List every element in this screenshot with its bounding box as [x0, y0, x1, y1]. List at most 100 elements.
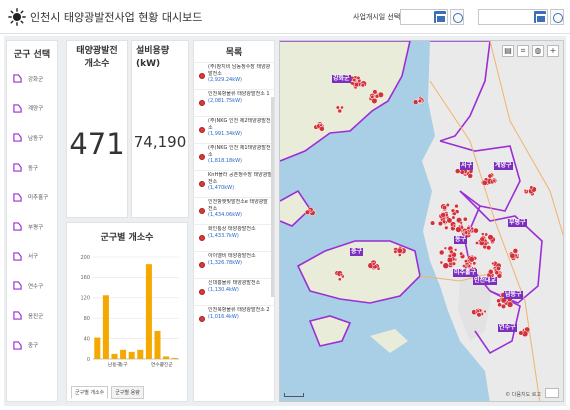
plant-marker[interactable]	[484, 232, 489, 237]
tab-count-by-district[interactable]: 군구별 개소수	[71, 386, 109, 399]
plant-list-item[interactable]: (주)NKG 인천 제1태양광발전소 (1,818.18kW)	[194, 143, 274, 170]
plant-list-item[interactable]: 인천북항물류 태양광발전소 1 (2,081.75kW)	[194, 89, 274, 116]
plant-marker[interactable]	[371, 97, 378, 104]
plant-marker[interactable]	[473, 227, 479, 234]
plant-marker[interactable]	[356, 75, 361, 81]
plant-marker[interactable]	[509, 252, 516, 259]
plant-marker[interactable]	[396, 247, 403, 254]
plant-list-item[interactable]: 신대흥물류 태양광발전소 (1,130.4kW)	[194, 278, 274, 305]
plant-marker[interactable]	[451, 261, 457, 266]
plant-marker[interactable]	[337, 108, 342, 114]
plant-marker[interactable]	[337, 277, 342, 282]
plant-marker[interactable]	[467, 173, 473, 179]
plant-marker[interactable]	[454, 248, 458, 252]
plant-marker[interactable]	[491, 261, 495, 266]
plant-marker[interactable]	[462, 264, 466, 268]
plant-marker[interactable]	[339, 272, 344, 277]
plant-marker[interactable]	[430, 220, 436, 226]
plant-marker[interactable]	[494, 270, 500, 276]
plant-marker[interactable]	[360, 83, 365, 88]
calendar-icon[interactable]	[434, 11, 446, 23]
district-item[interactable]: 미추홀구	[7, 182, 57, 212]
plant-marker[interactable]	[371, 261, 376, 266]
plant-marker[interactable]	[481, 232, 485, 236]
plant-marker[interactable]	[463, 259, 468, 264]
start-time-clock-icon[interactable]	[450, 9, 464, 25]
district-item[interactable]: 서구	[7, 242, 57, 272]
plant-marker[interactable]	[397, 253, 402, 257]
ruler-icon[interactable]: ⌗	[517, 45, 529, 57]
plant-marker[interactable]	[523, 189, 527, 193]
plant-marker[interactable]	[340, 105, 344, 110]
plant-marker[interactable]	[437, 221, 443, 227]
plant-list-item[interactable]: (주)NKG 인천 제2태양광발전소 (1,991.34kW)	[194, 116, 274, 143]
plant-marker[interactable]	[487, 234, 494, 241]
plant-marker[interactable]	[444, 225, 449, 230]
plant-marker[interactable]	[468, 256, 475, 263]
plant-marker[interactable]	[353, 82, 360, 88]
plant-marker[interactable]	[464, 230, 469, 235]
plant-marker[interactable]	[447, 253, 453, 259]
plant-marker[interactable]	[475, 241, 479, 245]
plant-marker[interactable]	[442, 205, 448, 211]
plant-marker[interactable]	[476, 312, 482, 318]
plant-marker[interactable]	[443, 246, 448, 250]
plant-marker[interactable]	[476, 309, 480, 313]
plant-marker[interactable]	[462, 216, 468, 222]
plant-marker[interactable]	[529, 185, 534, 190]
start-date-input[interactable]	[400, 9, 448, 25]
plant-marker[interactable]	[467, 264, 472, 268]
plant-marker[interactable]	[417, 98, 423, 104]
plant-list-item[interactable]: 화인통상 태양광발전소 (1,433.7kW)	[194, 224, 274, 251]
plant-marker[interactable]	[459, 169, 465, 175]
plant-marker[interactable]	[459, 251, 464, 256]
plant-marker[interactable]	[459, 221, 463, 225]
plant-marker[interactable]	[319, 126, 325, 132]
zoom-in-icon[interactable]: +	[547, 45, 559, 57]
plant-marker[interactable]	[438, 249, 445, 256]
plant-marker[interactable]	[412, 99, 419, 105]
plant-list-item[interactable]: 인천북항물류 태양광발전소 2 (1,016.4kW)	[194, 305, 274, 332]
district-item[interactable]: 동구	[7, 153, 57, 183]
plant-marker[interactable]	[439, 260, 444, 265]
layers-icon[interactable]: ▤	[502, 45, 514, 57]
plant-marker[interactable]	[479, 236, 485, 242]
plant-marker[interactable]	[496, 298, 501, 304]
plant-marker[interactable]	[446, 217, 453, 224]
plant-marker[interactable]	[518, 330, 524, 336]
plant-marker[interactable]	[455, 226, 462, 233]
plant-list-item[interactable]: KnH플라 공촌정수장 태양광발전소 (1,470kW)	[194, 170, 274, 197]
plant-marker[interactable]	[452, 224, 457, 228]
plant-marker[interactable]	[374, 94, 380, 99]
incheon-map[interactable]: ▤ ⌗ ◍ + 강화군 계양구 부평구 미추홀구 남동구 연수구 인천대교 중구…	[279, 40, 564, 402]
district-item[interactable]: 중구	[7, 330, 57, 360]
plant-marker[interactable]	[352, 77, 357, 82]
plant-marker[interactable]	[506, 301, 514, 308]
district-item[interactable]: 계양구	[7, 94, 57, 124]
plant-marker[interactable]	[372, 89, 378, 95]
district-item[interactable]: 연수구	[7, 271, 57, 301]
district-item[interactable]: 강화군	[7, 64, 57, 94]
plant-marker[interactable]	[440, 212, 446, 218]
plant-marker[interactable]	[442, 262, 450, 269]
plant-marker[interactable]	[304, 209, 311, 215]
plant-marker[interactable]	[497, 302, 502, 308]
end-time-clock-icon[interactable]	[550, 9, 564, 25]
plant-marker[interactable]	[452, 211, 457, 216]
district-item[interactable]: 남동구	[7, 123, 57, 153]
globe-icon[interactable]: ◍	[532, 45, 544, 57]
plant-marker[interactable]	[393, 249, 398, 254]
end-date-input[interactable]	[478, 9, 548, 25]
plant-list-item[interactable]: (주)참지비 남동정수장 태양광발전소 (2,929.24kW)	[194, 62, 274, 89]
plant-list-item[interactable]: 인천항햇빛발전소e 태양광발전소 (1,434.06kW)	[194, 197, 274, 224]
map-reset-button[interactable]	[545, 388, 559, 398]
plant-marker[interactable]	[496, 265, 502, 271]
calendar-icon[interactable]	[534, 11, 546, 23]
plant-marker[interactable]	[470, 226, 475, 231]
list-scrollbar[interactable]	[271, 97, 274, 297]
plant-list-item[interactable]: 아이엘비 태양광발전소 (1,326.78kW)	[194, 251, 274, 278]
plant-marker[interactable]	[451, 215, 456, 220]
plant-marker[interactable]	[486, 245, 492, 251]
plant-marker[interactable]	[483, 309, 487, 314]
plant-marker[interactable]	[512, 248, 519, 254]
